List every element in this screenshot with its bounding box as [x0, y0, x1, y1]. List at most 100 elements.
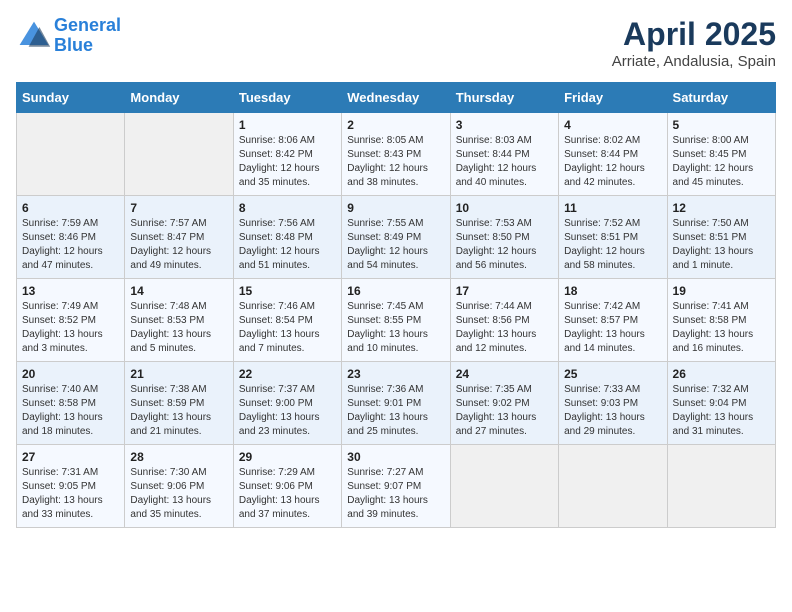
- location: Arriate, Andalusia, Spain: [612, 53, 776, 70]
- day-number: 26: [673, 367, 770, 381]
- day-number: 7: [130, 201, 227, 215]
- day-info: Sunrise: 7:49 AMSunset: 8:52 PMDaylight:…: [22, 301, 103, 354]
- calendar-week-row: 1 Sunrise: 8:06 AMSunset: 8:42 PMDayligh…: [17, 113, 776, 196]
- weekday-header-cell: Thursday: [450, 83, 558, 113]
- day-number: 5: [673, 118, 770, 132]
- day-number: 24: [456, 367, 553, 381]
- header: General Blue April 2025 Arriate, Andalus…: [16, 16, 776, 70]
- weekday-header-cell: Monday: [125, 83, 233, 113]
- day-number: 4: [564, 118, 661, 132]
- day-info: Sunrise: 7:52 AMSunset: 8:51 PMDaylight:…: [564, 218, 645, 271]
- day-info: Sunrise: 7:29 AMSunset: 9:06 PMDaylight:…: [239, 467, 320, 520]
- day-info: Sunrise: 7:59 AMSunset: 8:46 PMDaylight:…: [22, 218, 103, 271]
- title-area: April 2025 Arriate, Andalusia, Spain: [612, 16, 776, 70]
- calendar-cell: 20 Sunrise: 7:40 AMSunset: 8:58 PMDaylig…: [17, 362, 125, 445]
- calendar-cell: [667, 445, 775, 528]
- calendar-cell: 13 Sunrise: 7:49 AMSunset: 8:52 PMDaylig…: [17, 279, 125, 362]
- calendar-cell: 7 Sunrise: 7:57 AMSunset: 8:47 PMDayligh…: [125, 196, 233, 279]
- calendar-cell: 27 Sunrise: 7:31 AMSunset: 9:05 PMDaylig…: [17, 445, 125, 528]
- calendar-cell: 10 Sunrise: 7:53 AMSunset: 8:50 PMDaylig…: [450, 196, 558, 279]
- day-number: 22: [239, 367, 336, 381]
- day-number: 16: [347, 284, 444, 298]
- calendar-cell: 14 Sunrise: 7:48 AMSunset: 8:53 PMDaylig…: [125, 279, 233, 362]
- weekday-header-cell: Saturday: [667, 83, 775, 113]
- logo-text: General Blue: [54, 16, 121, 56]
- day-info: Sunrise: 7:40 AMSunset: 8:58 PMDaylight:…: [22, 384, 103, 437]
- calendar-cell: 24 Sunrise: 7:35 AMSunset: 9:02 PMDaylig…: [450, 362, 558, 445]
- day-info: Sunrise: 7:45 AMSunset: 8:55 PMDaylight:…: [347, 301, 428, 354]
- calendar-cell: 12 Sunrise: 7:50 AMSunset: 8:51 PMDaylig…: [667, 196, 775, 279]
- day-info: Sunrise: 7:48 AMSunset: 8:53 PMDaylight:…: [130, 301, 211, 354]
- day-number: 1: [239, 118, 336, 132]
- calendar-cell: 26 Sunrise: 7:32 AMSunset: 9:04 PMDaylig…: [667, 362, 775, 445]
- calendar-cell: 3 Sunrise: 8:03 AMSunset: 8:44 PMDayligh…: [450, 113, 558, 196]
- day-info: Sunrise: 7:55 AMSunset: 8:49 PMDaylight:…: [347, 218, 428, 271]
- day-info: Sunrise: 7:38 AMSunset: 8:59 PMDaylight:…: [130, 384, 211, 437]
- day-info: Sunrise: 8:06 AMSunset: 8:42 PMDaylight:…: [239, 135, 320, 188]
- weekday-header-cell: Sunday: [17, 83, 125, 113]
- day-number: 30: [347, 450, 444, 464]
- calendar-cell: 6 Sunrise: 7:59 AMSunset: 8:46 PMDayligh…: [17, 196, 125, 279]
- day-info: Sunrise: 7:56 AMSunset: 8:48 PMDaylight:…: [239, 218, 320, 271]
- day-info: Sunrise: 8:02 AMSunset: 8:44 PMDaylight:…: [564, 135, 645, 188]
- day-number: 15: [239, 284, 336, 298]
- calendar-cell: 11 Sunrise: 7:52 AMSunset: 8:51 PMDaylig…: [559, 196, 667, 279]
- day-info: Sunrise: 7:31 AMSunset: 9:05 PMDaylight:…: [22, 467, 103, 520]
- day-number: 23: [347, 367, 444, 381]
- calendar-cell: 28 Sunrise: 7:30 AMSunset: 9:06 PMDaylig…: [125, 445, 233, 528]
- calendar-cell: 5 Sunrise: 8:00 AMSunset: 8:45 PMDayligh…: [667, 113, 775, 196]
- calendar-cell: 16 Sunrise: 7:45 AMSunset: 8:55 PMDaylig…: [342, 279, 450, 362]
- calendar-cell: 9 Sunrise: 7:55 AMSunset: 8:49 PMDayligh…: [342, 196, 450, 279]
- day-number: 6: [22, 201, 119, 215]
- day-info: Sunrise: 7:36 AMSunset: 9:01 PMDaylight:…: [347, 384, 428, 437]
- calendar-cell: 30 Sunrise: 7:27 AMSunset: 9:07 PMDaylig…: [342, 445, 450, 528]
- month-title: April 2025: [612, 16, 776, 53]
- day-number: 2: [347, 118, 444, 132]
- logo: General Blue: [16, 16, 121, 56]
- weekday-header-cell: Tuesday: [233, 83, 341, 113]
- calendar-cell: [559, 445, 667, 528]
- day-info: Sunrise: 7:44 AMSunset: 8:56 PMDaylight:…: [456, 301, 537, 354]
- day-number: 27: [22, 450, 119, 464]
- weekday-header-row: SundayMondayTuesdayWednesdayThursdayFrid…: [17, 83, 776, 113]
- logo-icon: [16, 18, 52, 54]
- day-number: 14: [130, 284, 227, 298]
- calendar-body: 1 Sunrise: 8:06 AMSunset: 8:42 PMDayligh…: [17, 113, 776, 528]
- day-info: Sunrise: 7:53 AMSunset: 8:50 PMDaylight:…: [456, 218, 537, 271]
- calendar-cell: 19 Sunrise: 7:41 AMSunset: 8:58 PMDaylig…: [667, 279, 775, 362]
- weekday-header-cell: Friday: [559, 83, 667, 113]
- calendar-cell: 8 Sunrise: 7:56 AMSunset: 8:48 PMDayligh…: [233, 196, 341, 279]
- calendar-table: SundayMondayTuesdayWednesdayThursdayFrid…: [16, 82, 776, 528]
- day-info: Sunrise: 7:41 AMSunset: 8:58 PMDaylight:…: [673, 301, 754, 354]
- calendar-cell: 22 Sunrise: 7:37 AMSunset: 9:00 PMDaylig…: [233, 362, 341, 445]
- calendar-cell: 21 Sunrise: 7:38 AMSunset: 8:59 PMDaylig…: [125, 362, 233, 445]
- day-number: 8: [239, 201, 336, 215]
- day-number: 11: [564, 201, 661, 215]
- day-number: 12: [673, 201, 770, 215]
- day-number: 13: [22, 284, 119, 298]
- day-info: Sunrise: 7:46 AMSunset: 8:54 PMDaylight:…: [239, 301, 320, 354]
- day-info: Sunrise: 7:42 AMSunset: 8:57 PMDaylight:…: [564, 301, 645, 354]
- day-number: 21: [130, 367, 227, 381]
- day-info: Sunrise: 7:32 AMSunset: 9:04 PMDaylight:…: [673, 384, 754, 437]
- calendar-week-row: 13 Sunrise: 7:49 AMSunset: 8:52 PMDaylig…: [17, 279, 776, 362]
- day-number: 20: [22, 367, 119, 381]
- calendar-cell: 25 Sunrise: 7:33 AMSunset: 9:03 PMDaylig…: [559, 362, 667, 445]
- day-number: 25: [564, 367, 661, 381]
- weekday-header-cell: Wednesday: [342, 83, 450, 113]
- day-number: 29: [239, 450, 336, 464]
- day-info: Sunrise: 7:37 AMSunset: 9:00 PMDaylight:…: [239, 384, 320, 437]
- day-info: Sunrise: 7:27 AMSunset: 9:07 PMDaylight:…: [347, 467, 428, 520]
- calendar-cell: [125, 113, 233, 196]
- calendar-cell: 1 Sunrise: 8:06 AMSunset: 8:42 PMDayligh…: [233, 113, 341, 196]
- day-info: Sunrise: 7:50 AMSunset: 8:51 PMDaylight:…: [673, 218, 754, 271]
- day-number: 10: [456, 201, 553, 215]
- calendar-cell: 15 Sunrise: 7:46 AMSunset: 8:54 PMDaylig…: [233, 279, 341, 362]
- calendar-week-row: 6 Sunrise: 7:59 AMSunset: 8:46 PMDayligh…: [17, 196, 776, 279]
- calendar-week-row: 27 Sunrise: 7:31 AMSunset: 9:05 PMDaylig…: [17, 445, 776, 528]
- day-info: Sunrise: 8:05 AMSunset: 8:43 PMDaylight:…: [347, 135, 428, 188]
- day-info: Sunrise: 7:57 AMSunset: 8:47 PMDaylight:…: [130, 218, 211, 271]
- calendar-cell: 17 Sunrise: 7:44 AMSunset: 8:56 PMDaylig…: [450, 279, 558, 362]
- calendar-cell: 4 Sunrise: 8:02 AMSunset: 8:44 PMDayligh…: [559, 113, 667, 196]
- calendar-cell: 23 Sunrise: 7:36 AMSunset: 9:01 PMDaylig…: [342, 362, 450, 445]
